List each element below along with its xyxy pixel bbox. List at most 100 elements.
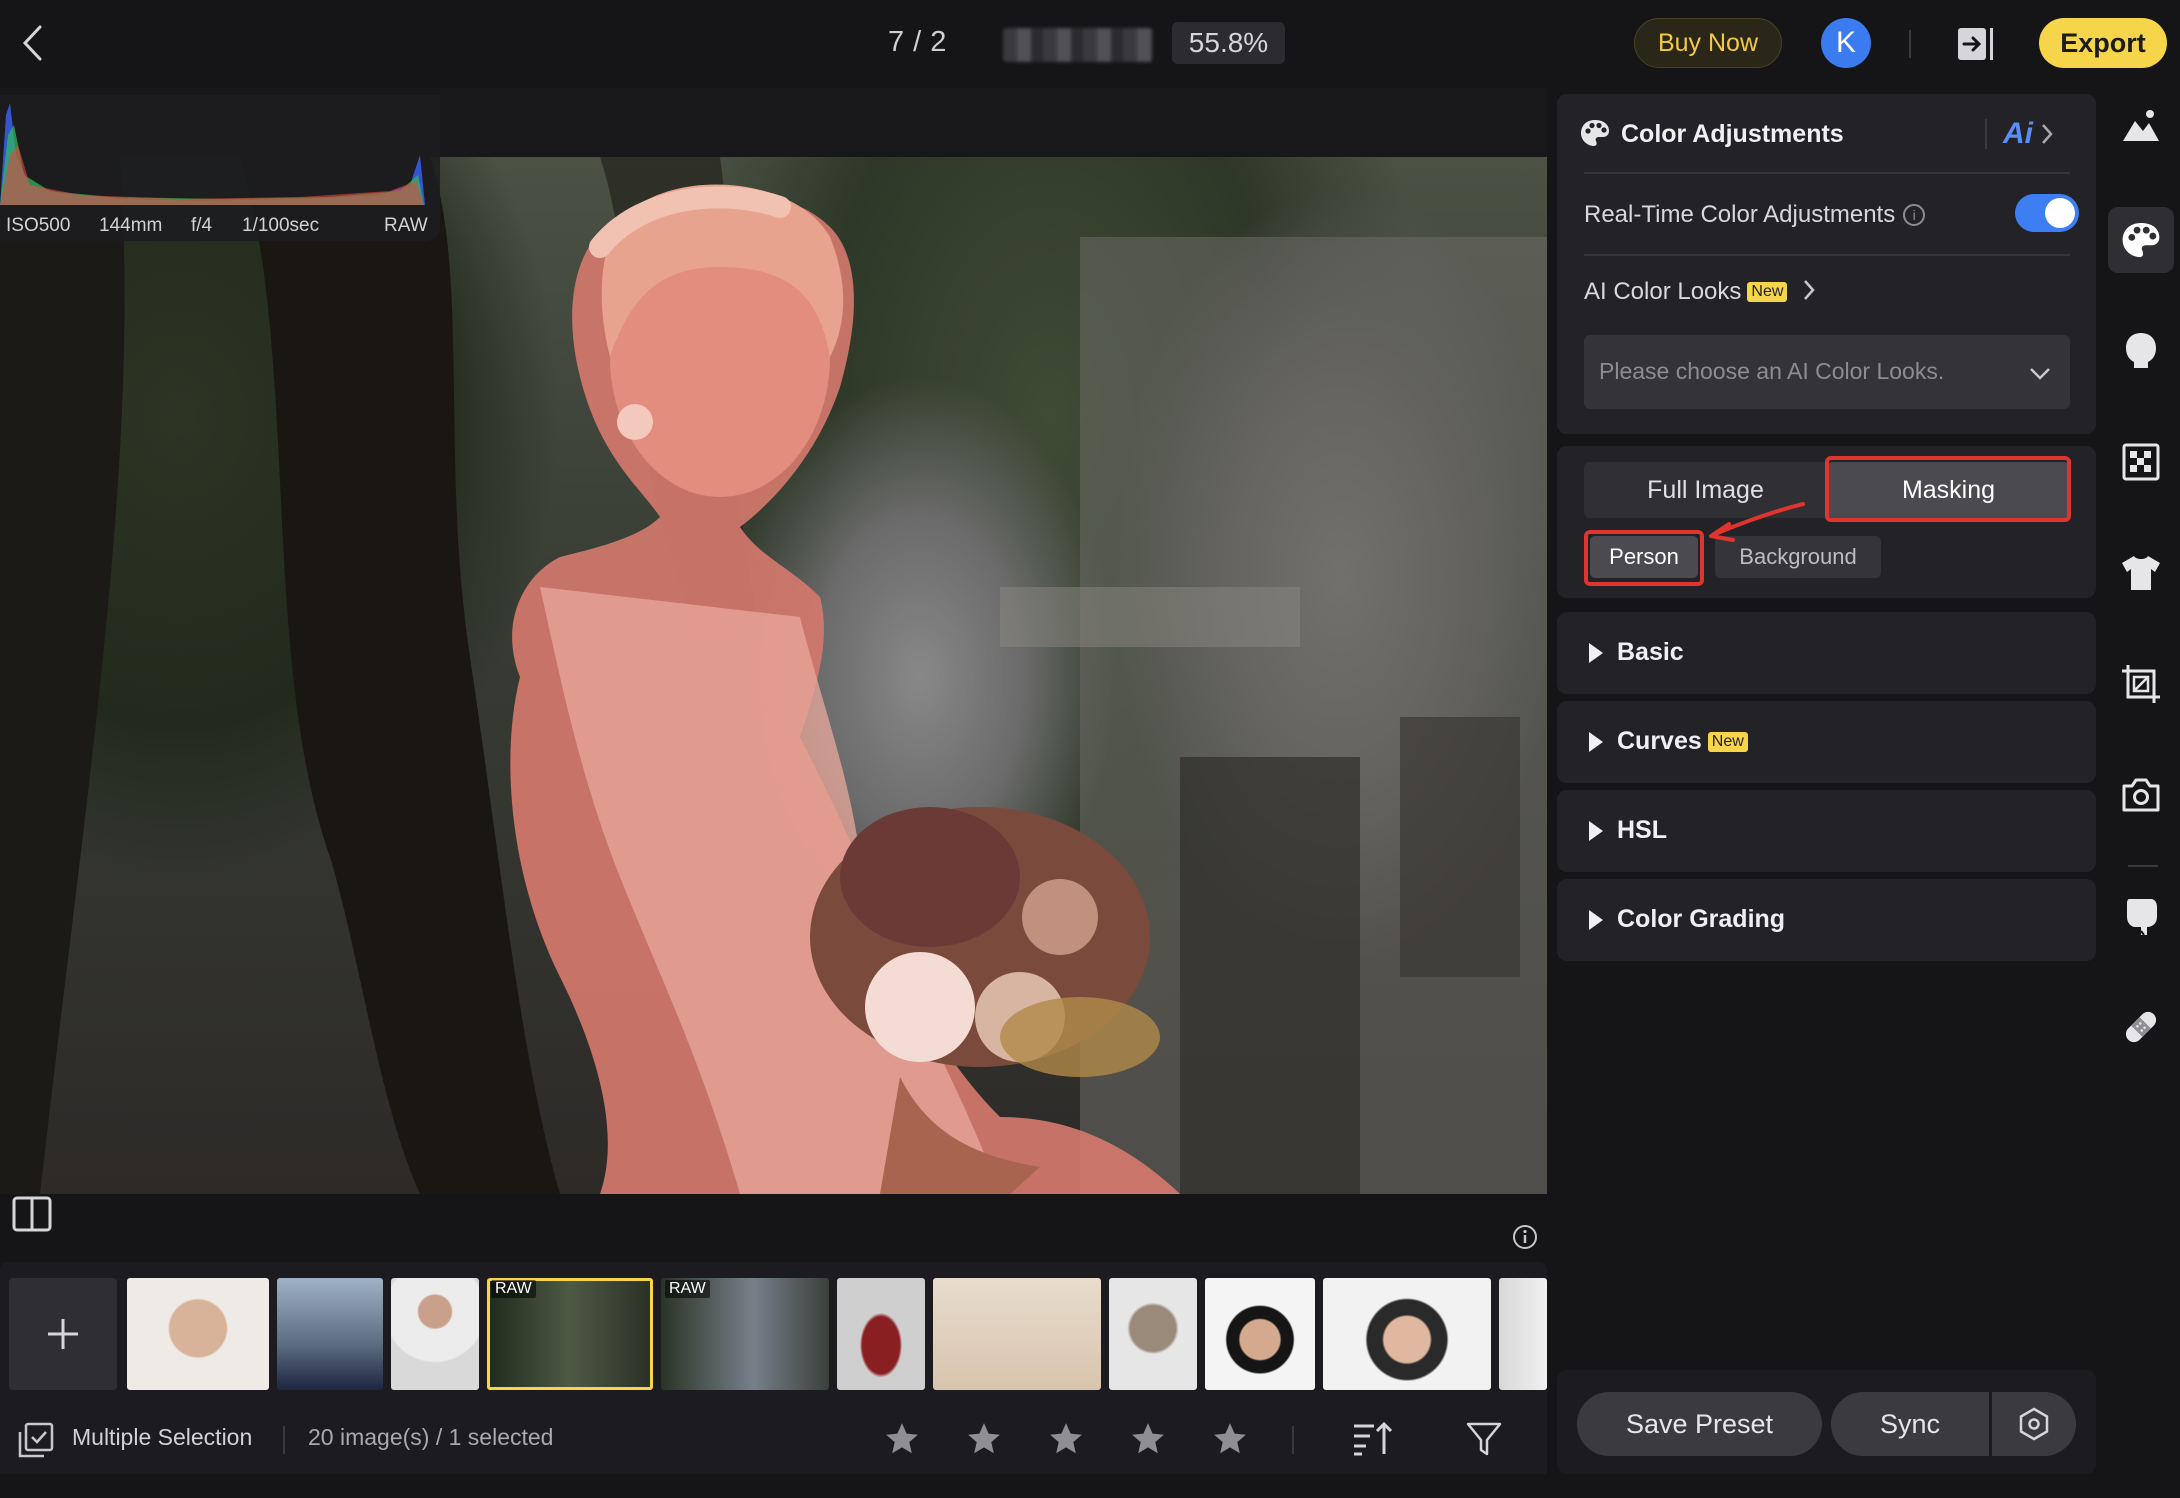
tool-color[interactable] [2108, 207, 2174, 273]
section-hsl-label: HSL [1617, 816, 1667, 844]
thumbnail-1[interactable] [127, 1278, 269, 1390]
filter-icon [1466, 1422, 1502, 1456]
histogram-panel: ISO500 144mm f/4 1/100sec RAW [0, 95, 440, 241]
sort-button[interactable] [1352, 1420, 1393, 1458]
split-view-icon [12, 1196, 52, 1232]
tool-camera[interactable] [2108, 762, 2174, 828]
panel-title: Color Adjustments [1621, 120, 1844, 148]
section-color-grading[interactable]: Color Grading [1557, 879, 2096, 961]
sort-icon [1354, 1421, 1393, 1456]
sync-button[interactable]: Sync [1831, 1392, 1989, 1456]
tool-manual-retouch[interactable] [2108, 884, 2174, 950]
tool-clothing[interactable] [2108, 540, 2174, 606]
section-color-grading-label: Color Grading [1617, 905, 1786, 933]
thumbnail-6[interactable] [837, 1278, 925, 1390]
title-divider [1985, 119, 1987, 149]
bottom-divider [283, 1426, 285, 1454]
mode-segmented-control: Full Image Masking [1584, 462, 2070, 518]
thumbnail-4[interactable]: RAW [487, 1278, 653, 1390]
landscape-icon [2123, 110, 2159, 141]
tool-healing[interactable] [2108, 994, 2174, 1060]
realtime-toggle[interactable] [2015, 194, 2079, 232]
ai-label: Ai [2003, 117, 2033, 150]
crop-icon [2122, 665, 2160, 703]
star-icon [1050, 1423, 1082, 1454]
new-badge: New [1707, 732, 1748, 752]
export-button[interactable]: Export [2039, 18, 2167, 68]
compare-button[interactable] [12, 1196, 52, 1232]
star-icon [1214, 1423, 1246, 1454]
image-info-button[interactable] [1512, 1224, 1538, 1250]
section-hsl[interactable]: HSL [1557, 790, 2096, 872]
mask-person-chip[interactable]: Person [1590, 536, 1698, 578]
rating-star-3[interactable] [1047, 1420, 1085, 1458]
card-divider [1584, 254, 2070, 256]
expand-triangle-icon [1589, 910, 1603, 930]
exif-shutter: 1/100sec [242, 215, 320, 236]
thumbnail-8[interactable] [1109, 1278, 1197, 1390]
selection-count: 20 image(s) / 1 selected [308, 1424, 554, 1450]
main-photo[interactable] [0, 157, 1547, 1194]
filter-button[interactable] [1466, 1420, 1502, 1458]
buy-now-button[interactable]: Buy Now [1634, 18, 1782, 68]
new-badge: New [1747, 282, 1788, 302]
star-icon [1132, 1423, 1164, 1454]
palette-icon [2122, 222, 2160, 258]
zoom-level[interactable]: 55.8% [1172, 22, 1285, 64]
thumbnail-10[interactable] [1323, 1278, 1491, 1390]
bandage-icon [2125, 1011, 2157, 1043]
card-divider [1584, 172, 2070, 174]
pattern-icon [2122, 443, 2160, 481]
multiple-selection-label[interactable]: Multiple Selection [72, 1424, 252, 1451]
shirt-icon [2122, 556, 2160, 590]
rating-star-4[interactable] [1129, 1420, 1167, 1458]
exif-aperture: f/4 [191, 215, 213, 236]
tool-pattern[interactable] [2108, 429, 2174, 495]
exif-focal-length: 144mm [99, 215, 163, 236]
rating-star-1[interactable] [883, 1420, 921, 1458]
tool-portrait[interactable] [2108, 318, 2174, 384]
ai-color-looks-text: AI Color Looks [1584, 278, 1742, 305]
tab-masking[interactable]: Masking [1827, 462, 2070, 518]
save-preset-button[interactable]: Save Preset [1577, 1392, 1822, 1456]
hand-icon [2127, 899, 2157, 936]
panel-actions: Save Preset Sync [1557, 1370, 2096, 1474]
rating-star-2[interactable] [965, 1420, 1003, 1458]
ai-color-looks-select[interactable]: Please choose an AI Color Looks. [1584, 335, 2070, 409]
section-basic-label: Basic [1617, 638, 1684, 666]
thumbnail-9[interactable] [1205, 1278, 1315, 1390]
thumbnail-7[interactable] [933, 1278, 1101, 1390]
realtime-label: Real-Time Color Adjustments i [1584, 201, 1926, 229]
add-image-button[interactable] [9, 1278, 117, 1390]
expand-triangle-icon [1589, 643, 1603, 663]
exif-iso: ISO500 [6, 215, 71, 236]
collapse-panel-button[interactable] [1954, 22, 1998, 66]
chevron-right-icon [1804, 280, 1816, 300]
chevron-down-icon [2030, 368, 2050, 380]
tool-crop[interactable] [2108, 651, 2174, 717]
info-icon[interactable]: i [1903, 204, 1926, 226]
sync-settings-button[interactable] [1992, 1392, 2076, 1456]
thumbnail-11[interactable] [1499, 1278, 1547, 1390]
rating-star-5[interactable] [1211, 1420, 1249, 1458]
ai-assistant-button[interactable]: Ai [1985, 116, 2075, 152]
thumbnail-2[interactable] [277, 1278, 383, 1390]
filename-redacted [1003, 28, 1153, 62]
realtime-text: Real-Time Color Adjustments [1584, 201, 1896, 228]
back-button[interactable] [14, 20, 50, 66]
section-curves-label: Curves New [1617, 727, 1748, 756]
info-icon [1513, 1225, 1537, 1249]
thumbnail-5[interactable]: RAW [661, 1278, 829, 1390]
thumbnail-3[interactable] [391, 1278, 479, 1390]
adjustments-panel: Color Adjustments Ai Real-Time Color Adj… [1557, 94, 2096, 1474]
ai-color-looks-link[interactable]: AI Color Looks New [1584, 278, 1816, 306]
tool-scene[interactable] [2108, 94, 2174, 160]
section-basic[interactable]: Basic [1557, 612, 2096, 694]
chevron-right-icon [2042, 124, 2053, 144]
multiple-selection-toggle[interactable] [18, 1422, 54, 1458]
chevron-left-icon [22, 25, 42, 61]
panel-collapse-icon [1958, 28, 1993, 60]
user-avatar[interactable]: K [1821, 18, 1871, 68]
arrow-annotation-icon [1709, 502, 1805, 542]
section-curves[interactable]: Curves New [1557, 701, 2096, 783]
